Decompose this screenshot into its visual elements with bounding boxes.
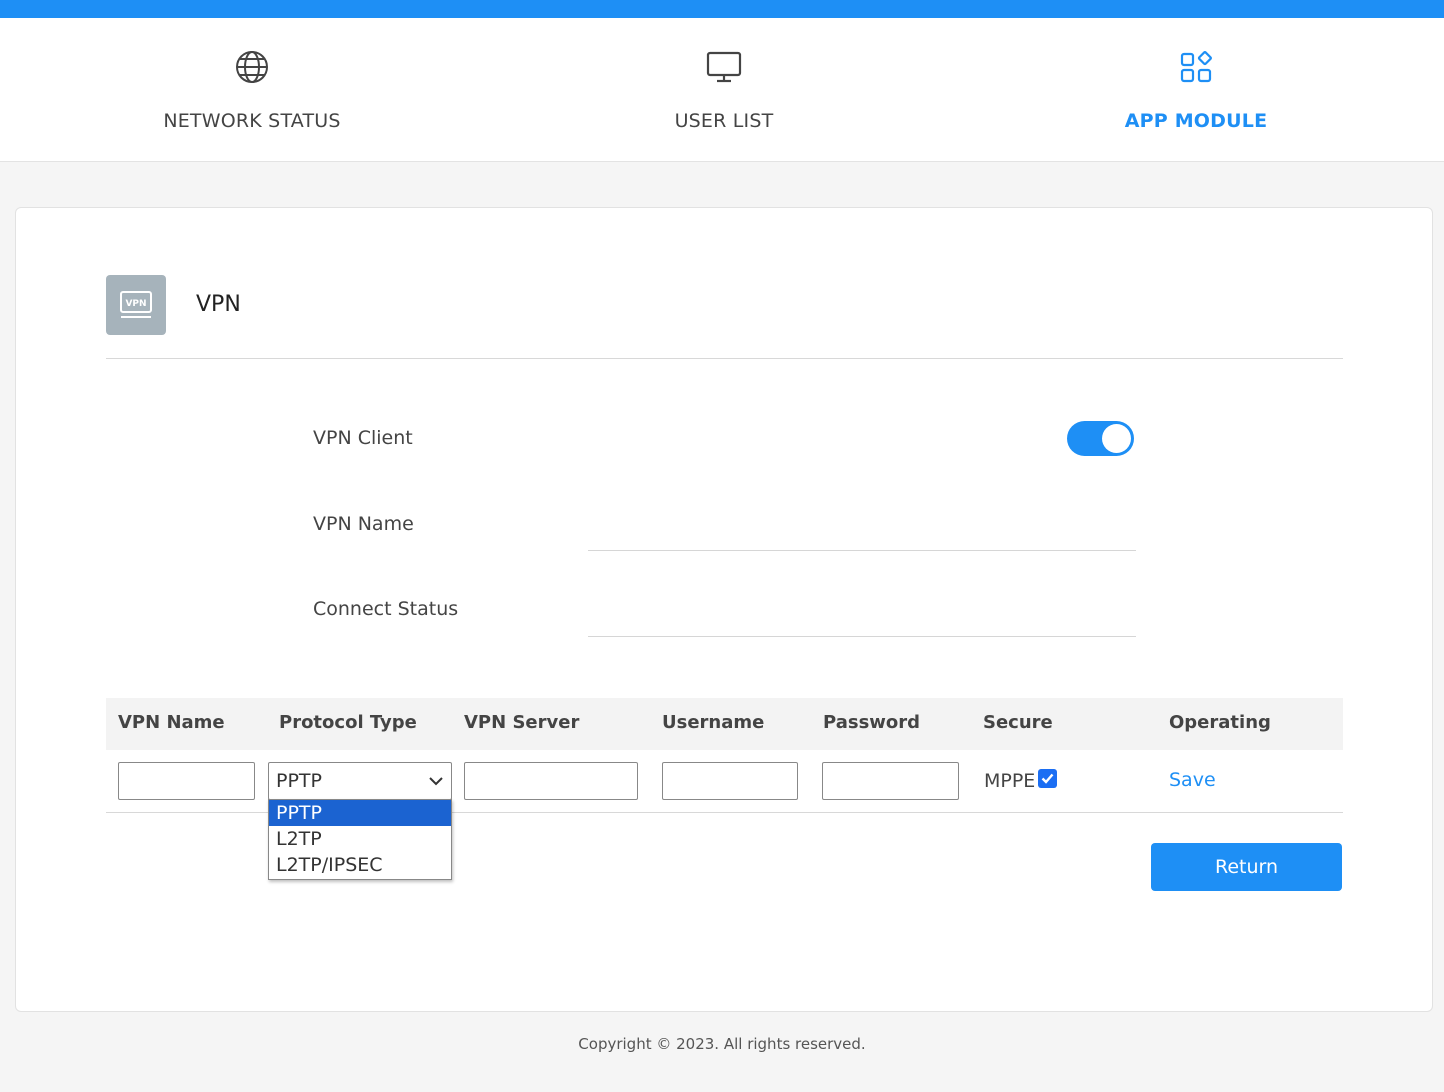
vpn-icon-text: VPN: [125, 299, 146, 309]
mppe-checkbox[interactable]: [1038, 768, 1058, 788]
nav-item-network-status[interactable]: NETWORK STATUS: [102, 18, 402, 161]
chevron-down-icon: [429, 777, 443, 786]
connect-status-label: Connect Status: [313, 598, 459, 620]
column-header: Username: [662, 712, 765, 733]
vpn-client-toggle[interactable]: [1067, 421, 1134, 456]
mppe-label: MPPE: [984, 770, 1036, 792]
check-icon: [1041, 773, 1054, 784]
vpn-server-input[interactable]: [464, 762, 638, 800]
divider: [106, 358, 1343, 359]
column-header: VPN Server: [464, 712, 580, 733]
vpn-icon: VPN: [106, 275, 166, 335]
nav-label: USER LIST: [674, 110, 774, 132]
username-input[interactable]: [662, 762, 798, 800]
vpn-card: VPN VPN VPN Client VPN Name Connect Stat…: [15, 207, 1433, 1012]
nav-label: APP MODULE: [1124, 110, 1268, 132]
monitor-icon: [705, 48, 743, 86]
apps-icon: [1177, 48, 1215, 86]
password-input[interactable]: [822, 762, 959, 800]
nav-item-user-list[interactable]: USER LIST: [574, 18, 874, 161]
top-accent-bar: [0, 0, 1444, 18]
page-title: VPN: [196, 292, 241, 317]
save-link[interactable]: Save: [1169, 769, 1216, 791]
dropdown-option[interactable]: L2TP: [269, 826, 451, 852]
secure-option: MPPE: [984, 768, 1058, 792]
vpn-name-field[interactable]: [588, 521, 1136, 551]
toggle-knob: [1102, 424, 1131, 453]
column-header: Password: [823, 712, 921, 733]
globe-icon: [233, 48, 271, 86]
nav-item-app-module[interactable]: APP MODULE: [1046, 18, 1346, 161]
vpn-name-label: VPN Name: [313, 513, 414, 535]
column-header: Operating: [1169, 712, 1271, 733]
top-navigation: NETWORK STATUS USER LIST APP MODULE: [0, 18, 1444, 162]
footer-copyright: Copyright © 2023. All rights reserved.: [578, 1035, 866, 1053]
protocol-dropdown-list: PPTP L2TP L2TP/IPSEC: [268, 799, 452, 880]
dropdown-option[interactable]: PPTP: [269, 800, 451, 826]
column-header: VPN Name: [118, 712, 225, 733]
protocol-selected-value: PPTP: [276, 770, 322, 792]
return-button[interactable]: Return: [1151, 843, 1342, 891]
nav-label: NETWORK STATUS: [163, 110, 341, 132]
vpn-client-label: VPN Client: [313, 427, 413, 449]
table-header: VPN Name Protocol Type VPN Server Userna…: [106, 698, 1343, 750]
dropdown-option[interactable]: L2TP/IPSEC: [269, 852, 451, 878]
column-header: Secure: [983, 712, 1053, 733]
column-header: Protocol Type: [279, 712, 417, 733]
protocol-type-select[interactable]: PPTP: [268, 762, 452, 800]
vpn-name-input[interactable]: [118, 762, 255, 800]
connect-status-field[interactable]: [588, 607, 1136, 637]
